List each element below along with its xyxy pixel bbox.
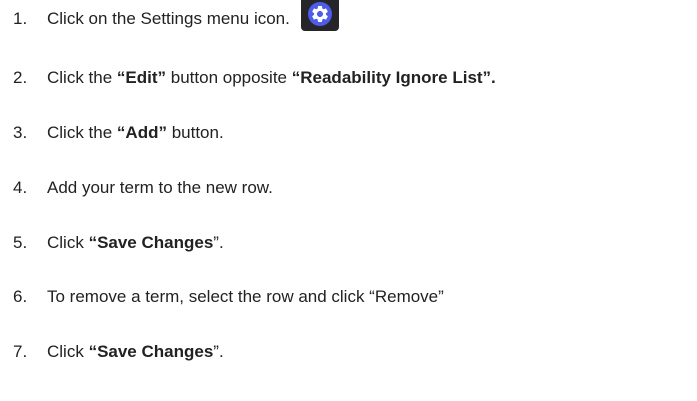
step-number: 1. <box>13 9 28 28</box>
save-changes-label: “Save Changes <box>88 342 214 361</box>
step-number: 3. <box>13 123 28 142</box>
step-number: 4. <box>13 178 28 197</box>
step-text: ”. <box>213 342 224 361</box>
step-2: 2. Click the “Edit” button opposite “Rea… <box>0 63 496 93</box>
step-text: Click the <box>47 68 117 87</box>
step-text: Add your term to the new row. <box>47 178 273 197</box>
step-1: 1. Click on the Settings menu icon. <box>0 0 339 34</box>
step-6: 6. To remove a term, select the row and … <box>0 282 444 312</box>
step-text: button opposite <box>166 68 292 87</box>
step-number: 5. <box>13 233 28 252</box>
step-7: 7. Click “Save Changes”. <box>0 337 224 367</box>
step-text: Click the <box>47 123 117 142</box>
step-3: 3. Click the “Add” button. <box>0 118 224 148</box>
step-5: 5. Click “Save Changes”. <box>0 228 224 258</box>
edit-button-label: “Edit” <box>116 68 167 87</box>
step-text: To remove a term, select the row and cli… <box>47 287 444 306</box>
step-text: Click <box>47 233 89 252</box>
step-text: ”. <box>213 233 224 252</box>
save-changes-label: “Save Changes <box>88 233 214 252</box>
ignore-list-label: “Readability Ignore List”. <box>291 68 496 87</box>
gear-icon <box>300 0 339 31</box>
step-number: 2. <box>13 68 28 87</box>
step-text: button. <box>166 123 224 142</box>
step-text: Click <box>47 342 89 361</box>
step-4: 4. Add your term to the new row. <box>0 173 273 203</box>
step-number: 6. <box>13 287 28 306</box>
step-number: 7. <box>13 342 28 361</box>
step-text: Click on the Settings menu icon. <box>47 9 290 28</box>
add-button-label: “Add” <box>116 123 167 142</box>
